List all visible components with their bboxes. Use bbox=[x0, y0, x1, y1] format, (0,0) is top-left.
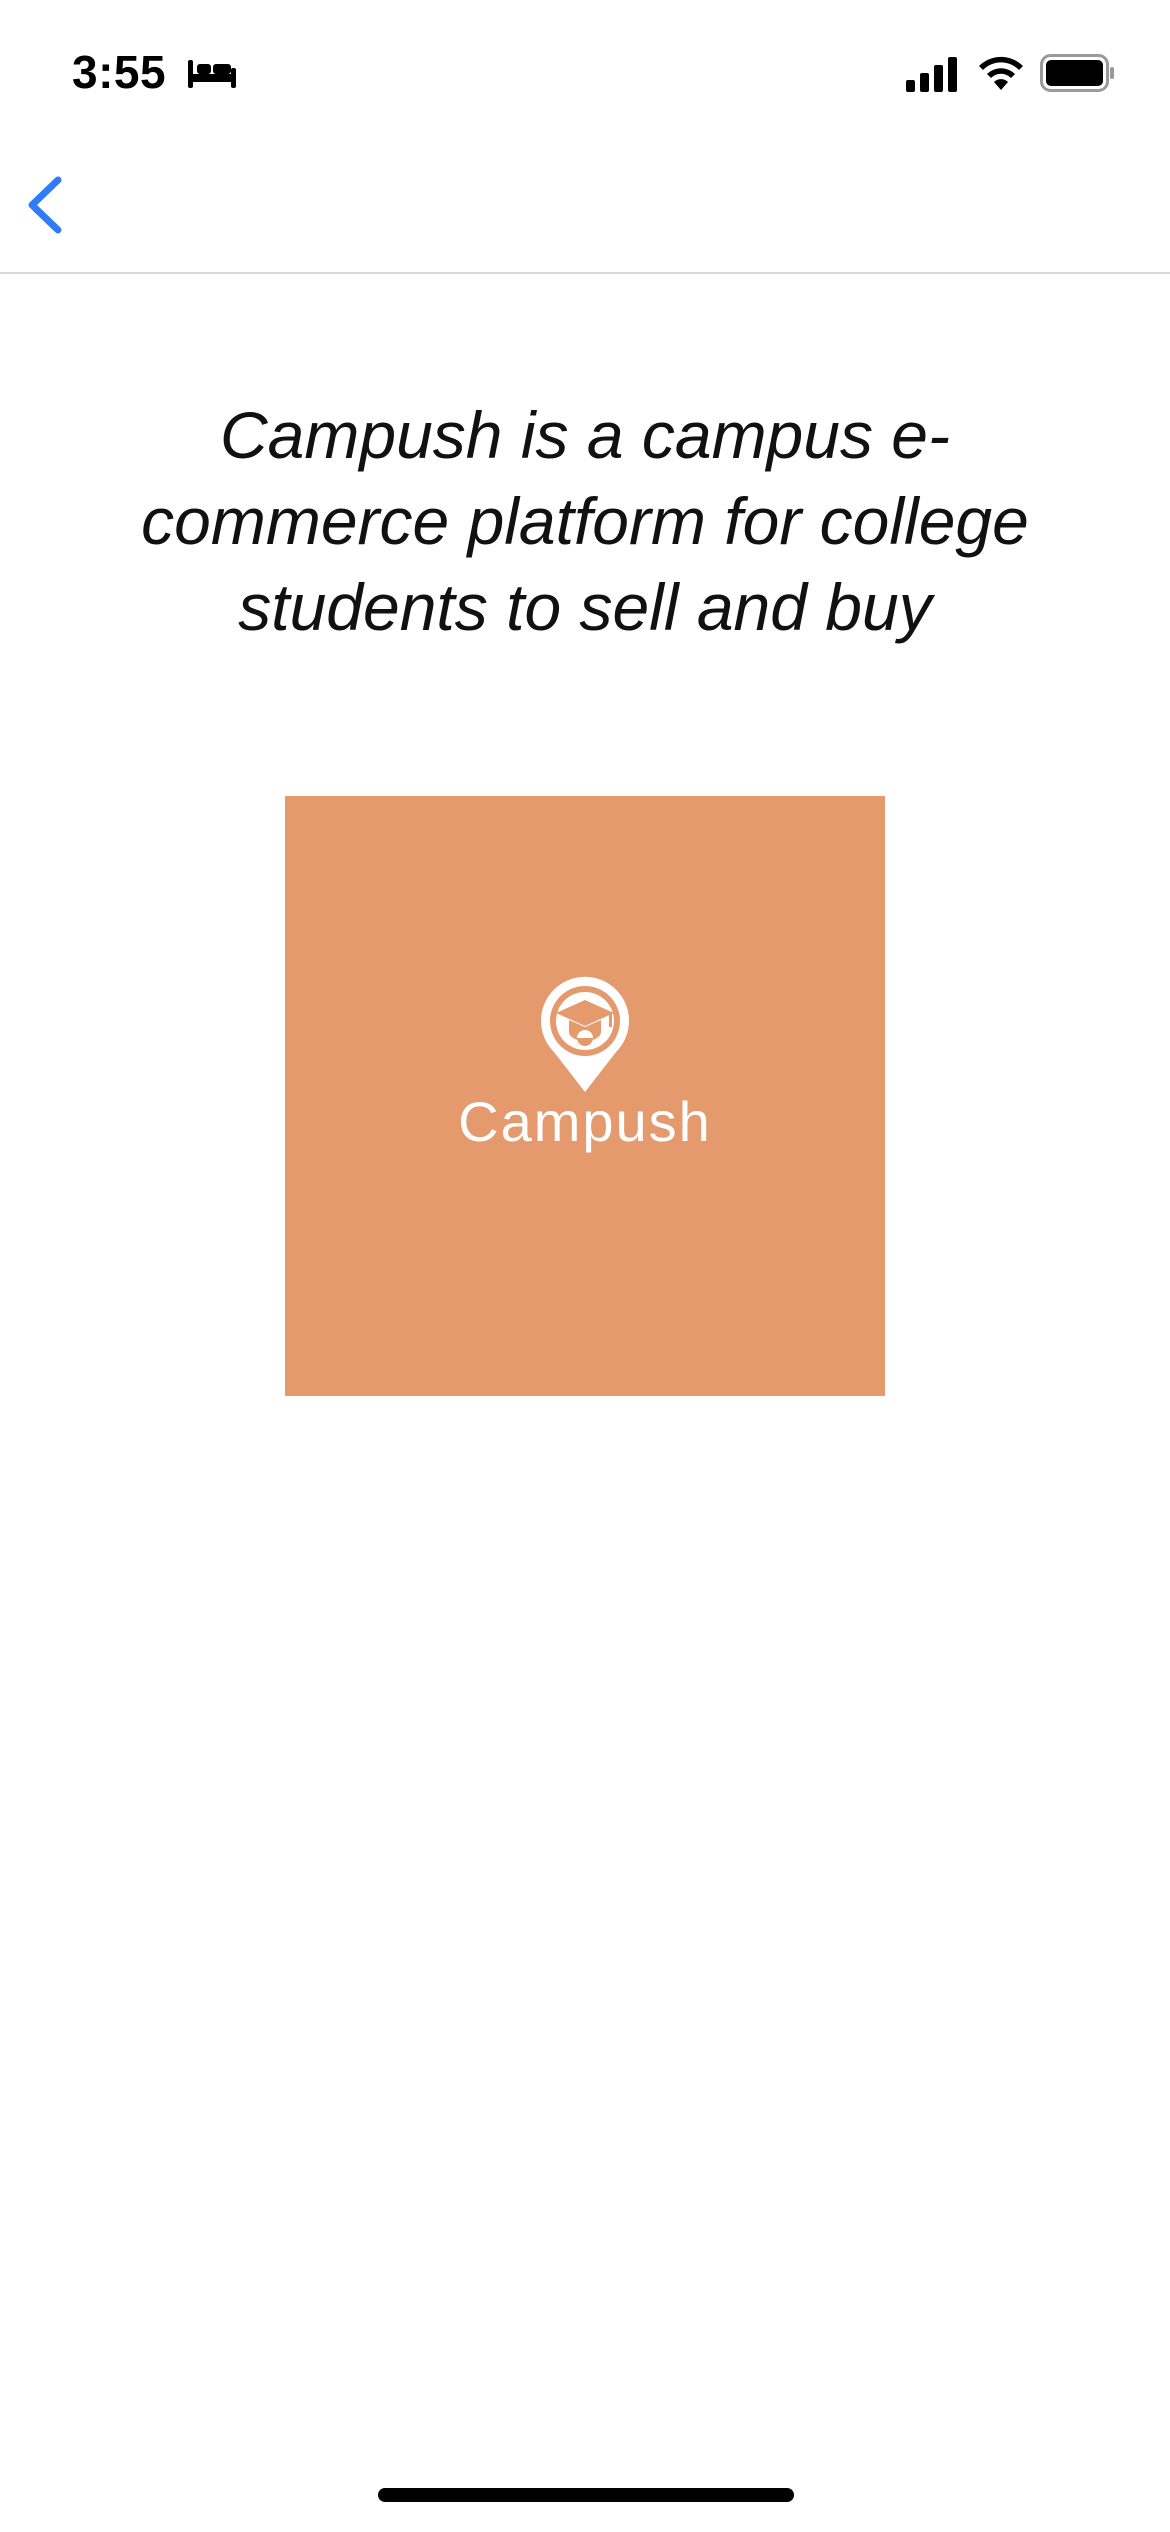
bed-icon bbox=[186, 54, 238, 90]
campush-logo: Campush bbox=[285, 796, 885, 1396]
wifi-icon bbox=[976, 52, 1026, 92]
logo-wordmark: Campush bbox=[458, 1090, 712, 1153]
back-button[interactable] bbox=[18, 170, 78, 240]
map-pin-graduation-cap-icon bbox=[536, 976, 634, 1094]
home-indicator[interactable] bbox=[378, 2488, 794, 2502]
status-time: 3:55 bbox=[72, 46, 167, 98]
chevron-left-icon bbox=[18, 176, 78, 244]
cellular-signal-icon bbox=[906, 56, 960, 92]
battery-icon bbox=[1040, 54, 1116, 92]
screen: 3:55 Campush is a campus e-commerce plat… bbox=[0, 0, 1170, 2532]
app-description: Campush is a campus e-commerce platform … bbox=[141, 398, 1029, 644]
status-bar: 3:55 bbox=[0, 0, 1170, 140]
navigation-bar bbox=[0, 140, 1170, 274]
